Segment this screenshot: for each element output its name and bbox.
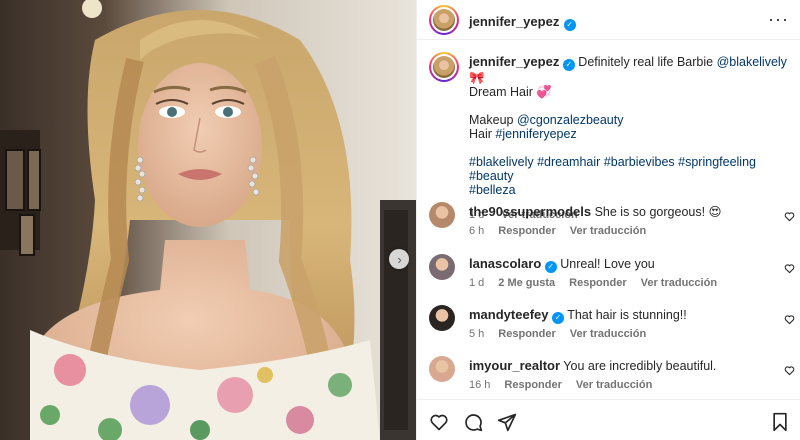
commenter-username[interactable]: imyour_realtor — [469, 358, 560, 373]
hashtags-link[interactable]: #blakelively #dreamhair #barbievibes #sp… — [469, 155, 756, 183]
verified-badge-icon: ✓ — [551, 312, 564, 324]
comment-like-heart-icon[interactable] — [784, 314, 795, 325]
comment-text: That hair is stunning!! — [567, 308, 687, 322]
caption-text: Definitely real life Barbie — [578, 55, 714, 69]
caption-avatar[interactable] — [429, 52, 459, 82]
comment-body: lanascolaro ✓ Unreal! Love you — [469, 256, 655, 273]
bookmark-icon[interactable] — [771, 412, 789, 432]
comment-body: imyour_realtor You are incredibly beauti… — [469, 358, 716, 374]
mention-link[interactable]: @cgonzalezbeauty — [517, 113, 624, 127]
comment-item: mandyteefey ✓ That hair is stunning!! 5 h… — [429, 305, 800, 349]
more-horizontal-icon[interactable]: ··· — [768, 10, 789, 28]
comment-body: the90ssupermodels She is so gorgeous! 😍 — [469, 204, 722, 220]
comment-timestamp: 16 h — [469, 379, 491, 391]
reply-button[interactable]: Responder — [569, 277, 626, 289]
caption-text: Makeup — [469, 113, 514, 127]
comment-item: the90ssupermodels She is so gorgeous! 😍 6… — [429, 202, 800, 246]
photo-illustration — [0, 0, 416, 440]
comment-meta: 6 h Responder Ver traducción — [469, 225, 660, 237]
comment-item: imyour_realtor You are incredibly beauti… — [429, 356, 800, 400]
reply-button[interactable]: Responder — [498, 225, 555, 237]
post-header: jennifer_yepez ✓ ··· — [417, 0, 800, 40]
author-avatar[interactable] — [429, 5, 459, 35]
comment-text: Unreal! Love you — [560, 257, 655, 271]
hashtag-link[interactable]: #jenniferyepez — [495, 127, 576, 141]
comment-meta: 1 d 2 Me gusta Responder Ver traducción — [469, 277, 731, 289]
post-details-panel: jennifer_yepez ✓ ··· jennifer_yepez ✓ De… — [416, 0, 800, 440]
commenter-username[interactable]: lanascolaro — [469, 256, 541, 271]
post-caption: jennifer_yepez ✓ Definitely real life Ba… — [469, 55, 789, 222]
comment-body: mandyteefey ✓ That hair is stunning!! — [469, 307, 687, 324]
hearts-emoji: 💞 — [536, 85, 552, 99]
mention-link[interactable]: @blakelively — [717, 55, 787, 69]
translate-link[interactable]: Ver traducción — [570, 328, 646, 340]
comment-like-heart-icon[interactable] — [784, 211, 795, 222]
comment-likes[interactable]: 2 Me gusta — [498, 277, 555, 289]
next-photo-button[interactable]: › — [389, 249, 409, 269]
comment-like-heart-icon[interactable] — [784, 263, 795, 274]
comment-meta: 16 h Responder Ver traducción — [469, 379, 666, 391]
commenter-username[interactable]: mandyteefey — [469, 307, 548, 322]
action-bar — [417, 399, 800, 440]
commenter-avatar[interactable] — [429, 254, 455, 280]
commenter-username[interactable]: the90ssupermodels — [469, 204, 591, 219]
verified-badge-icon: ✓ — [563, 19, 576, 31]
share-icon[interactable] — [497, 412, 517, 432]
caption-text: Hair — [469, 127, 492, 141]
comment-timestamp: 5 h — [469, 328, 485, 340]
comment-timestamp: 1 d — [469, 277, 485, 289]
commenter-avatar[interactable] — [429, 202, 455, 228]
reply-button[interactable]: Responder — [498, 328, 555, 340]
comment-timestamp: 6 h — [469, 225, 485, 237]
verified-badge-icon: ✓ — [544, 261, 557, 273]
commenter-avatar[interactable] — [429, 356, 455, 382]
post-photo[interactable]: › — [0, 0, 416, 440]
chevron-right-icon: › — [397, 251, 402, 267]
commenter-avatar[interactable] — [429, 305, 455, 331]
instagram-post-view: › jennifer_yepez ✓ ··· jennifer_yepez ✓ … — [0, 0, 800, 440]
comment-text: She is so gorgeous! 😍 — [594, 205, 722, 219]
translate-link[interactable]: Ver traducción — [641, 277, 717, 289]
heart-icon[interactable] — [429, 412, 449, 432]
comment-text: You are incredibly beautiful. — [563, 359, 717, 373]
hashtags-link[interactable]: #belleza — [469, 183, 516, 197]
caption-username[interactable]: jennifer_yepez — [469, 54, 559, 69]
author-username[interactable]: jennifer_yepez — [469, 14, 559, 29]
verified-badge-icon: ✓ — [562, 59, 575, 71]
bow-emoji: 🎀 — [469, 71, 485, 85]
comment-like-heart-icon[interactable] — [784, 365, 795, 376]
comment-icon[interactable] — [463, 412, 483, 432]
comment-item: lanascolaro ✓ Unreal! Love you 1 d 2 Me gu… — [429, 254, 800, 298]
translate-link[interactable]: Ver traducción — [576, 379, 652, 391]
translate-link[interactable]: Ver traducción — [570, 225, 646, 237]
reply-button[interactable]: Responder — [504, 379, 561, 391]
caption-text: Dream Hair — [469, 85, 533, 99]
comment-meta: 5 h Responder Ver traducción — [469, 328, 660, 340]
